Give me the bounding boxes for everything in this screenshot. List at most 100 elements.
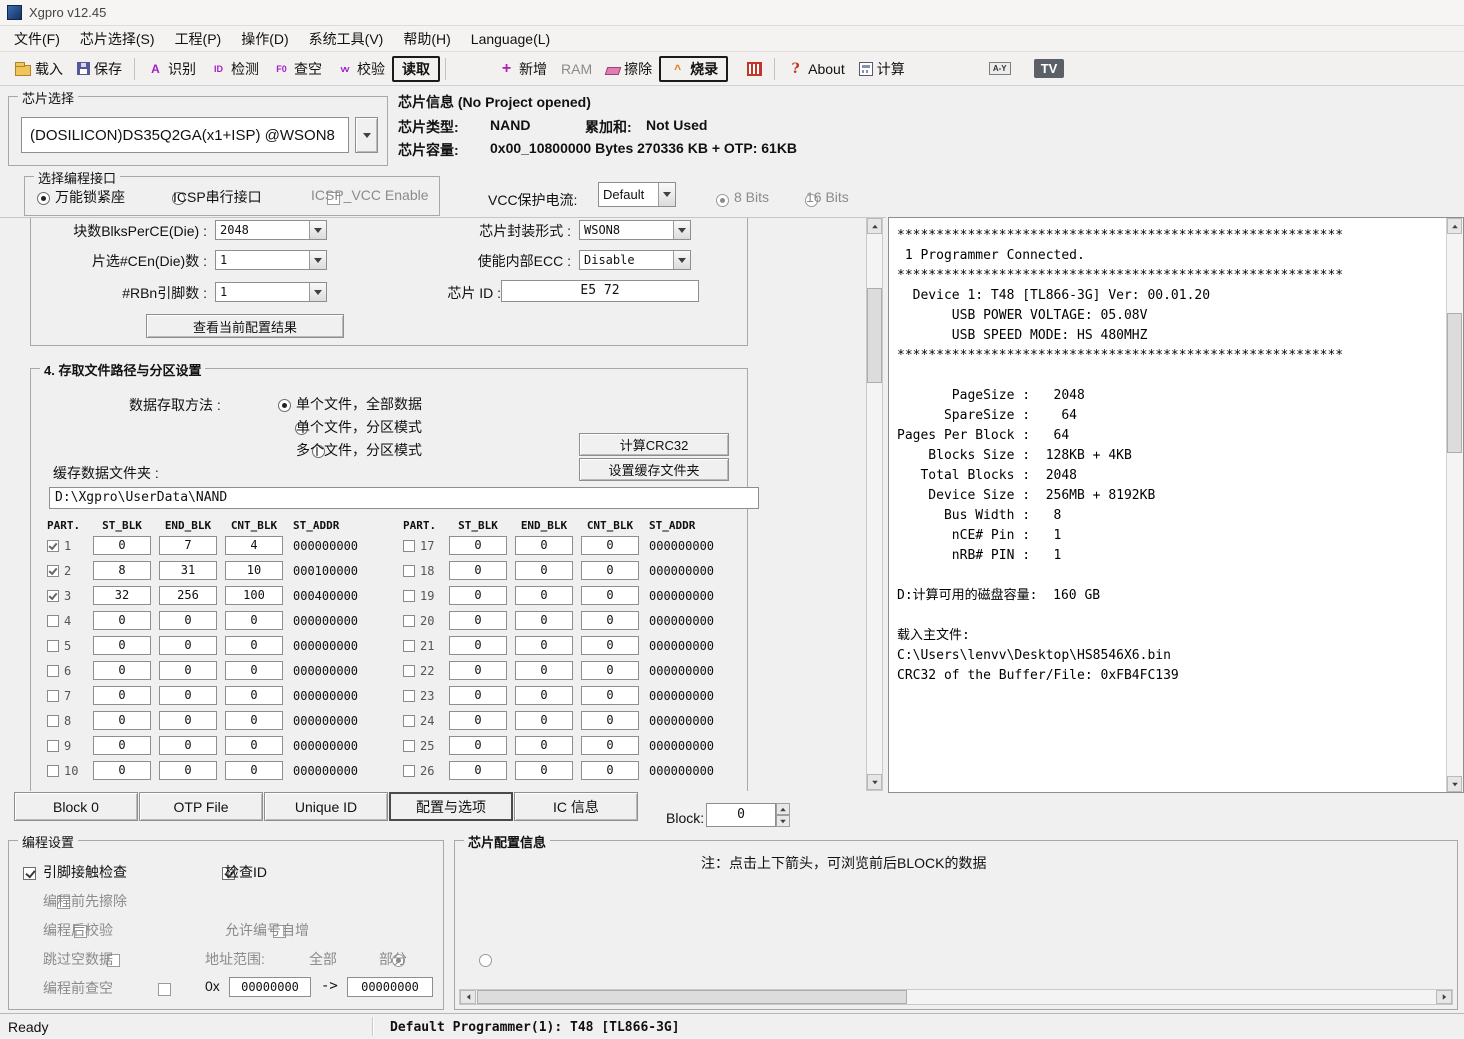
partition-2-cnt-field[interactable]: 10 [225,561,283,580]
partition-23-end-field[interactable]: 0 [515,686,573,705]
partition-23-cnt-field[interactable]: 0 [581,686,639,705]
menu-item-6[interactable]: Language(L) [461,27,560,51]
partition-8-checkbox[interactable] [47,715,59,727]
set-cache-folder-button[interactable]: 设置缓存文件夹 [579,458,729,481]
partition-8-cnt-field[interactable]: 0 [225,711,283,730]
partition-18-cnt-field[interactable]: 0 [581,561,639,580]
partition-4-st-field[interactable]: 0 [93,611,151,630]
partition-3-cnt-field[interactable]: 100 [225,586,283,605]
toolbar-tv-button[interactable]: TV [1034,59,1065,78]
partition-25-end-field[interactable]: 0 [515,736,573,755]
socket-radio[interactable] [37,192,50,205]
tab-1[interactable]: OTP File [139,792,263,821]
tab-3[interactable]: 配置与选项 [389,792,513,821]
partition-24-end-field[interactable]: 0 [515,711,573,730]
partition-24-checkbox[interactable] [403,715,415,727]
partition-22-cnt-field[interactable]: 0 [581,661,639,680]
toolbar-program-button[interactable]: 烧录 [659,56,728,82]
toolbar-add-button[interactable]: 新增 [491,56,554,82]
partition-18-st-field[interactable]: 0 [449,561,507,580]
scroll-up-button[interactable] [867,218,882,234]
block-spin-up-button[interactable] [776,803,790,815]
scroll-thumb[interactable] [1447,313,1462,453]
partition-6-end-field[interactable]: 0 [159,661,217,680]
partition-17-end-field[interactable]: 0 [515,536,573,555]
partition-17-checkbox[interactable] [403,540,415,552]
toolbar-test-button[interactable]: 检测 [203,56,266,82]
partition-26-cnt-field[interactable]: 0 [581,761,639,780]
partition-5-end-field[interactable]: 0 [159,636,217,655]
partition-3-st-field[interactable]: 32 [93,586,151,605]
partition-7-checkbox[interactable] [47,690,59,702]
partition-1-st-field[interactable]: 0 [93,536,151,555]
partition-4-cnt-field[interactable]: 0 [225,611,283,630]
menu-item-3[interactable]: 操作(D) [231,25,298,53]
partition-1-checkbox[interactable] [47,540,59,552]
partition-8-st-field[interactable]: 0 [93,711,151,730]
partition-24-cnt-field[interactable]: 0 [581,711,639,730]
partition-21-st-field[interactable]: 0 [449,636,507,655]
partition-1-cnt-field[interactable]: 4 [225,536,283,555]
scroll-left-button[interactable] [460,990,476,1004]
package-combobox[interactable]: WSON8 [579,220,691,240]
partition-22-checkbox[interactable] [403,665,415,677]
toolbar-load-button[interactable]: 载入 [8,56,70,82]
partition-19-cnt-field[interactable]: 0 [581,586,639,605]
partition-6-checkbox[interactable] [47,665,59,677]
partition-20-checkbox[interactable] [403,615,415,627]
partition-5-checkbox[interactable] [47,640,59,652]
partition-22-end-field[interactable]: 0 [515,661,573,680]
partition-4-checkbox[interactable] [47,615,59,627]
calc-crc32-button[interactable]: 计算CRC32 [579,433,729,456]
chip-select-combobox[interactable]: (DOSILICON)DS35Q2GA(x1+ISP) @WSON8 [21,117,349,153]
partition-6-cnt-field[interactable]: 0 [225,661,283,680]
vcc-combobox[interactable]: Default [598,182,676,207]
bits8-radio[interactable] [716,194,729,207]
partition-3-checkbox[interactable] [47,590,59,602]
partition-10-cnt-field[interactable]: 0 [225,761,283,780]
cen-count-combobox[interactable]: 1 [215,250,327,270]
partition-19-st-field[interactable]: 0 [449,586,507,605]
toolbar-read-button[interactable]: 读取 [392,56,440,82]
toolbar-socket-button[interactable] [740,59,769,79]
menu-item-1[interactable]: 芯片选择(S) [70,25,165,53]
partition-6-st-field[interactable]: 0 [93,661,151,680]
toolbar-about-button[interactable]: About [780,58,852,80]
partition-10-st-field[interactable]: 0 [93,761,151,780]
toolbar-blank-button[interactable]: 查空 [266,56,329,82]
toolbar-save-button[interactable]: 保存 [70,56,129,82]
partition-24-st-field[interactable]: 0 [449,711,507,730]
partition-9-checkbox[interactable] [47,740,59,752]
rbn-count-combobox[interactable]: 1 [215,282,327,302]
scroll-down-button[interactable] [867,774,882,790]
partition-5-cnt-field[interactable]: 0 [225,636,283,655]
tab-2[interactable]: Unique ID [264,792,388,821]
partition-22-st-field[interactable]: 0 [449,661,507,680]
addr-to-field[interactable]: 00000000 [347,977,433,997]
partition-9-end-field[interactable]: 0 [159,736,217,755]
partition-26-st-field[interactable]: 0 [449,761,507,780]
addr-from-field[interactable]: 00000000 [229,977,311,997]
partition-7-cnt-field[interactable]: 0 [225,686,283,705]
blank-before-checkbox[interactable] [158,983,171,996]
partition-23-checkbox[interactable] [403,690,415,702]
partition-20-st-field[interactable]: 0 [449,611,507,630]
chip-id-field[interactable]: E5 72 [501,280,699,302]
partition-20-end-field[interactable]: 0 [515,611,573,630]
partition-21-checkbox[interactable] [403,640,415,652]
view-config-button[interactable]: 查看当前配置结果 [146,314,344,338]
partition-9-cnt-field[interactable]: 0 [225,736,283,755]
partition-26-checkbox[interactable] [403,765,415,777]
partition-25-cnt-field[interactable]: 0 [581,736,639,755]
partition-7-end-field[interactable]: 0 [159,686,217,705]
partition-3-end-field[interactable]: 256 [159,586,217,605]
partition-8-end-field[interactable]: 0 [159,711,217,730]
scroll-down-button[interactable] [1447,776,1462,792]
menu-item-0[interactable]: 文件(F) [4,25,70,53]
scroll-thumb[interactable] [867,288,882,383]
toolbar-ram-button[interactable]: RAM [554,58,599,80]
partition-18-end-field[interactable]: 0 [515,561,573,580]
partition-2-end-field[interactable]: 31 [159,561,217,580]
partition-4-end-field[interactable]: 0 [159,611,217,630]
method-single-all-radio[interactable] [278,399,291,412]
